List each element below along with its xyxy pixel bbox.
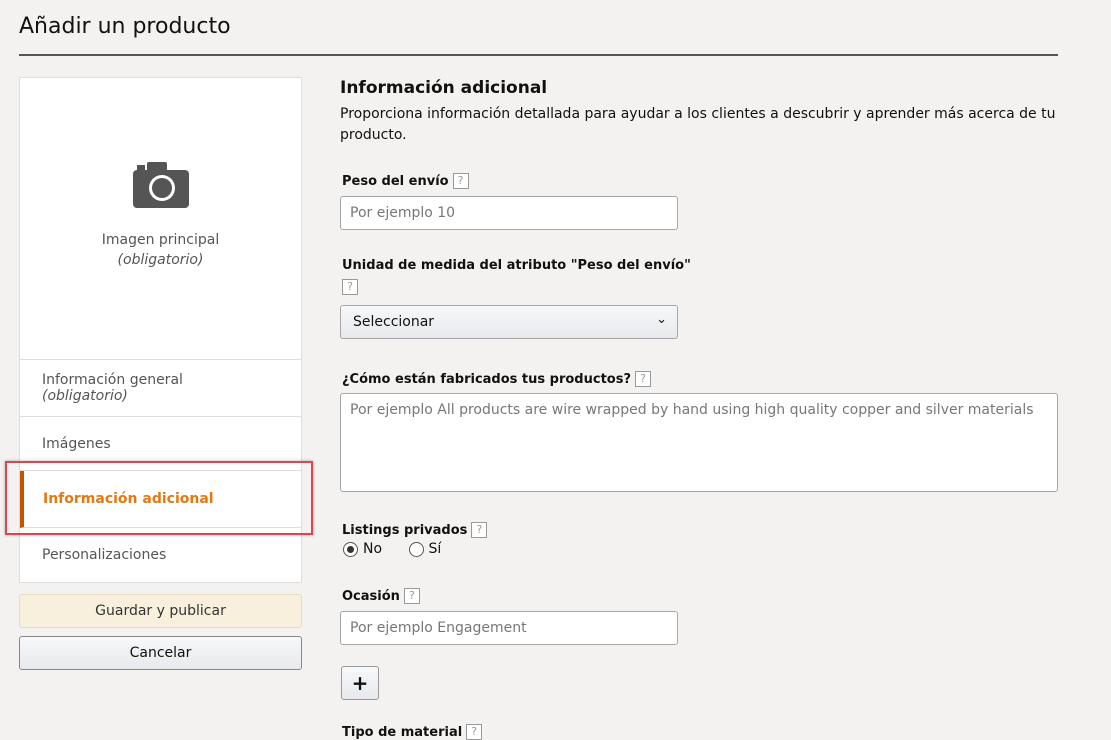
- material-label: Tipo de material: [342, 725, 463, 740]
- save-publish-button[interactable]: Guardar y publicar: [19, 594, 302, 628]
- help-icon[interactable]: ?: [342, 279, 358, 295]
- nav-label: Imágenes: [42, 435, 111, 452]
- section-description: Proporciona información detallada para a…: [340, 106, 1056, 143]
- main-image-label: Imagen principal: [101, 232, 220, 248]
- page-title: Añadir un producto: [19, 14, 231, 39]
- add-occasion-button[interactable]: +: [341, 666, 379, 700]
- how-made-textarea[interactable]: Por ejemplo All products are wire wrappe…: [340, 393, 1058, 492]
- radio-label: Sí: [428, 541, 442, 557]
- help-icon[interactable]: ?: [635, 370, 651, 387]
- title-divider: [19, 54, 1058, 56]
- section-heading: Información adicional: [340, 78, 548, 98]
- camera-icon: [132, 162, 189, 208]
- radio-button[interactable]: [343, 541, 358, 557]
- weight-label: Peso del envío: [342, 174, 449, 189]
- nav-general-info[interactable]: Información general (obligatorio): [20, 360, 301, 417]
- help-icon[interactable]: ?: [466, 723, 483, 740]
- how-made-label: ¿Cómo están fabricados tus productos?: [342, 372, 631, 387]
- unit-select[interactable]: Seleccionar ⌄: [340, 305, 678, 339]
- help-icon[interactable]: ?: [403, 587, 420, 604]
- nav-required: (obligatorio): [42, 388, 128, 404]
- additional-info-form: Información adicional Proporciona inform…: [340, 78, 1060, 146]
- cancel-button[interactable]: Cancelar: [19, 636, 302, 670]
- main-image-required: (obligatorio): [117, 252, 204, 268]
- unit-label: Unidad de medida del atributo "Peso del …: [342, 258, 691, 273]
- highlight-box: [5, 461, 313, 535]
- help-icon[interactable]: ?: [471, 521, 488, 538]
- help-icon[interactable]: ?: [452, 172, 469, 189]
- chevron-down-icon: ⌄: [656, 312, 667, 327]
- weight-input[interactable]: Por ejemplo 10: [340, 196, 678, 230]
- nav-label: Personalizaciones: [42, 547, 167, 563]
- nav-label: Información general: [42, 372, 183, 388]
- radio-button[interactable]: [408, 541, 424, 557]
- occasion-input[interactable]: Por ejemplo Engagement: [340, 611, 678, 645]
- occasion-label: Ocasión: [342, 589, 400, 604]
- radio-no[interactable]: No: [343, 541, 382, 557]
- private-label: Listings privados: [342, 523, 468, 538]
- main-image-upload[interactable]: Imagen principal (obligatorio): [20, 78, 301, 360]
- radio-yes[interactable]: Sí: [408, 541, 442, 557]
- unit-select-value: Seleccionar: [353, 314, 435, 330]
- radio-label: No: [363, 541, 383, 557]
- nav-customizations[interactable]: Personalizaciones: [20, 528, 301, 582]
